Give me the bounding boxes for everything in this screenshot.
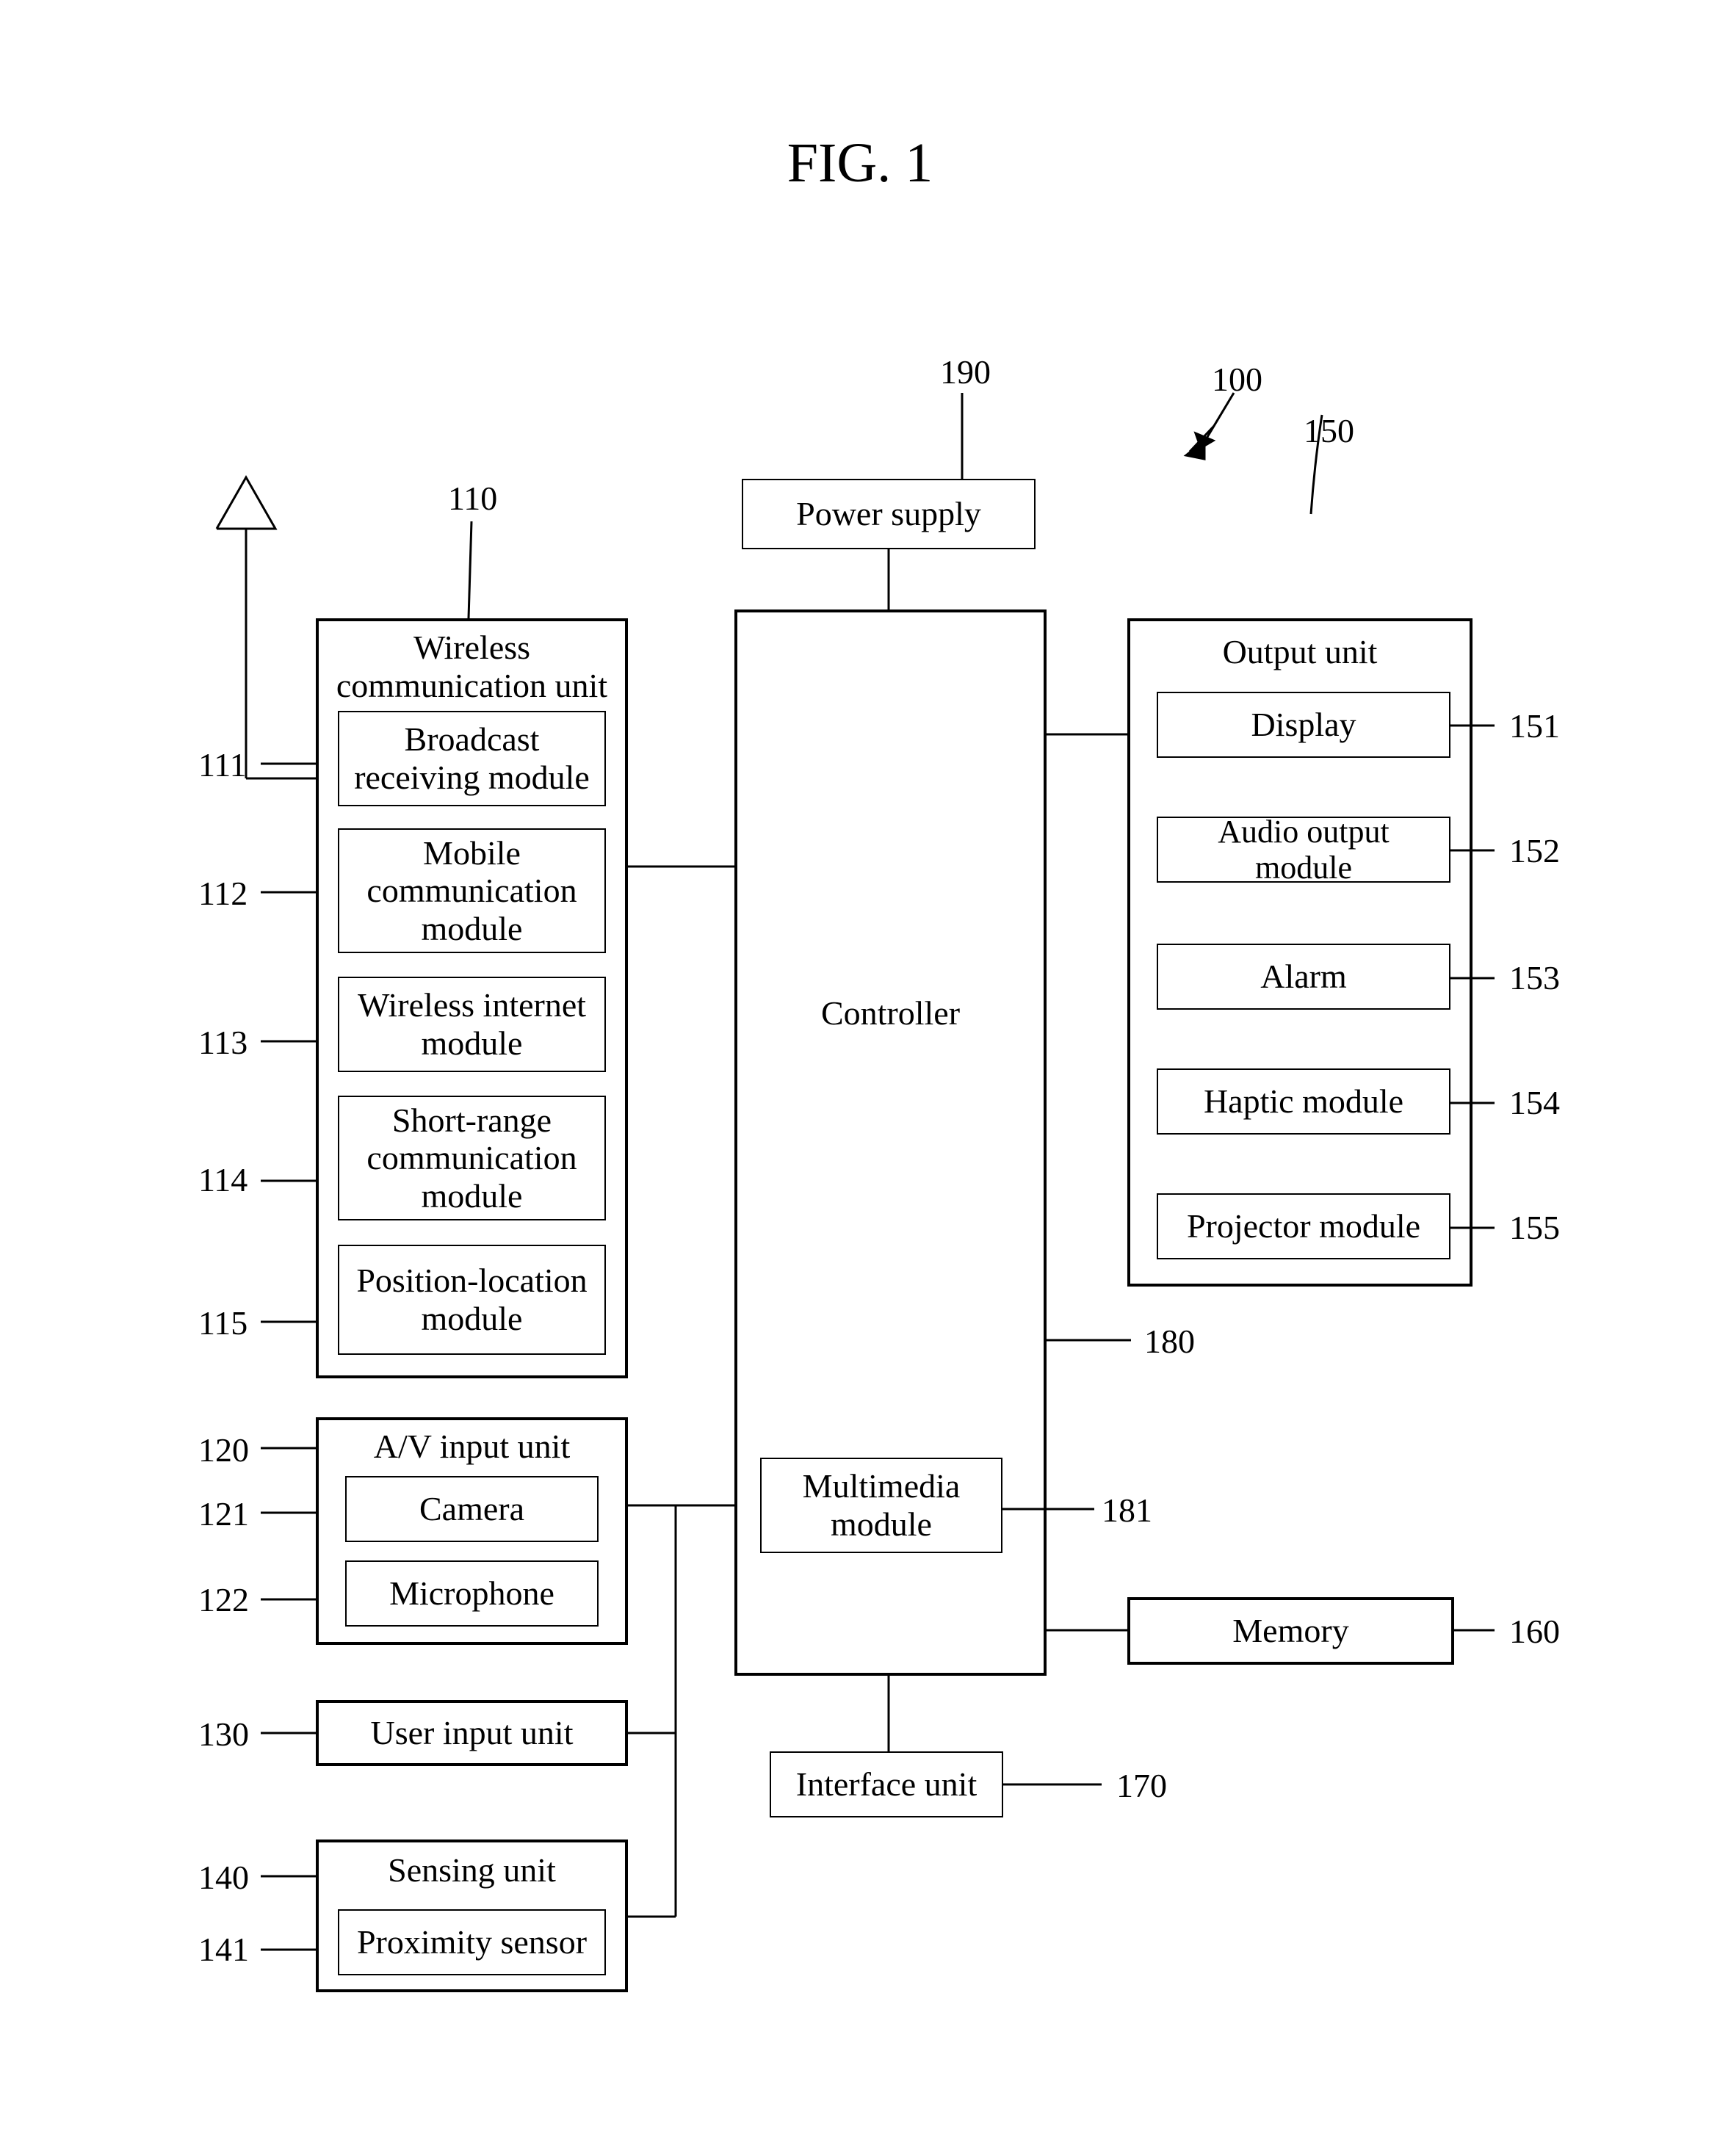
- ref-180: 180: [1144, 1322, 1195, 1361]
- mobile-module-box: Mobile communication module: [338, 828, 606, 953]
- sensing-title: Sensing unit: [388, 1851, 556, 1889]
- av-title: A/V input unit: [374, 1428, 571, 1465]
- diagram-stage: FIG. 1: [0, 0, 1720, 2156]
- ref-120: 120: [198, 1430, 249, 1469]
- multimedia-box: Multimedia module: [760, 1458, 1002, 1553]
- ref-181: 181: [1102, 1491, 1152, 1530]
- alarm-label: Alarm: [1260, 958, 1347, 996]
- ref-100: 100: [1212, 360, 1262, 399]
- ref-113: 113: [198, 1023, 247, 1062]
- ref-151: 151: [1509, 706, 1560, 745]
- audio-label: Audio output module: [1166, 814, 1442, 886]
- ref-160: 160: [1509, 1612, 1560, 1651]
- mobile-module-label: Mobile communication module: [347, 834, 597, 948]
- microphone-box: Microphone: [345, 1560, 599, 1627]
- camera-label: Camera: [419, 1490, 524, 1528]
- interface-label: Interface unit: [796, 1765, 977, 1804]
- ref-110: 110: [448, 479, 497, 518]
- haptic-label: Haptic module: [1204, 1082, 1403, 1121]
- ref-122: 122: [198, 1580, 249, 1619]
- ref-141: 141: [198, 1930, 249, 1969]
- ref-150: 150: [1304, 411, 1354, 450]
- ref-155: 155: [1509, 1208, 1560, 1247]
- proximity-label: Proximity sensor: [357, 1923, 587, 1961]
- ref-170: 170: [1116, 1766, 1167, 1805]
- short-range-label: Short-range communication module: [347, 1101, 597, 1215]
- wireless-internet-label: Wireless internet module: [347, 986, 597, 1062]
- interface-box: Interface unit: [770, 1751, 1003, 1817]
- proximity-box: Proximity sensor: [338, 1909, 606, 1975]
- memory-box: Memory: [1127, 1597, 1454, 1665]
- controller-label: Controller: [821, 994, 960, 1032]
- ref-115: 115: [198, 1303, 247, 1342]
- memory-label: Memory: [1232, 1612, 1348, 1650]
- short-range-box: Short-range communication module: [338, 1096, 606, 1220]
- ref-114: 114: [198, 1160, 247, 1199]
- power-supply-label: Power supply: [796, 495, 981, 533]
- display-label: Display: [1251, 706, 1356, 744]
- ref-111: 111: [198, 745, 247, 784]
- projector-box: Projector module: [1157, 1193, 1450, 1259]
- alarm-box: Alarm: [1157, 944, 1450, 1010]
- microphone-label: Microphone: [389, 1574, 554, 1613]
- power-supply-box: Power supply: [742, 479, 1036, 549]
- ref-130: 130: [198, 1715, 249, 1754]
- haptic-box: Haptic module: [1157, 1068, 1450, 1135]
- position-location-label: Position-location module: [347, 1262, 597, 1337]
- multimedia-label: Multimedia module: [769, 1467, 994, 1543]
- position-location-box: Position-location module: [338, 1245, 606, 1355]
- ref-153: 153: [1509, 958, 1560, 997]
- broadcast-module-box: Broadcast receiving module: [338, 711, 606, 806]
- ref-140: 140: [198, 1858, 249, 1897]
- wcu-title-line2: communication unit: [336, 667, 607, 704]
- user-input-box: User input unit: [316, 1700, 628, 1766]
- ref-190: 190: [940, 352, 991, 391]
- ref-121: 121: [198, 1494, 249, 1533]
- wireless-internet-box: Wireless internet module: [338, 977, 606, 1072]
- projector-label: Projector module: [1187, 1207, 1420, 1245]
- audio-box: Audio output module: [1157, 817, 1450, 883]
- ref-152: 152: [1509, 831, 1560, 870]
- ref-112: 112: [198, 874, 247, 913]
- display-box: Display: [1157, 692, 1450, 758]
- user-input-label: User input unit: [371, 1714, 574, 1752]
- camera-box: Camera: [345, 1476, 599, 1542]
- broadcast-module-label: Broadcast receiving module: [347, 720, 597, 796]
- wcu-title-line1: Wireless: [413, 629, 530, 666]
- ref-154: 154: [1509, 1083, 1560, 1122]
- output-title: Output unit: [1223, 633, 1378, 670]
